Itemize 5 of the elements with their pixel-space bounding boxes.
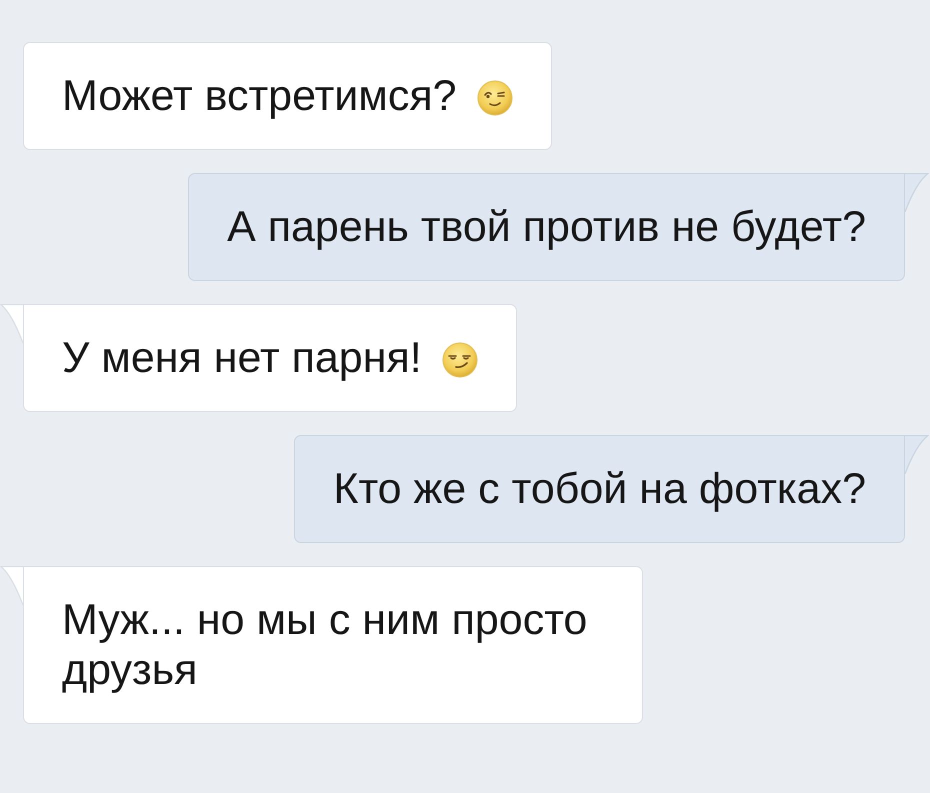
message-text: Кто же с тобой на фотках? — [333, 465, 866, 513]
message-text: Может встретимся? — [62, 72, 457, 120]
message-text: А парень твой против не будет? — [227, 203, 866, 251]
message-text: У меня нет парня! — [62, 334, 422, 382]
message-text: Муж... но мы с ним просто друзья — [62, 596, 588, 694]
